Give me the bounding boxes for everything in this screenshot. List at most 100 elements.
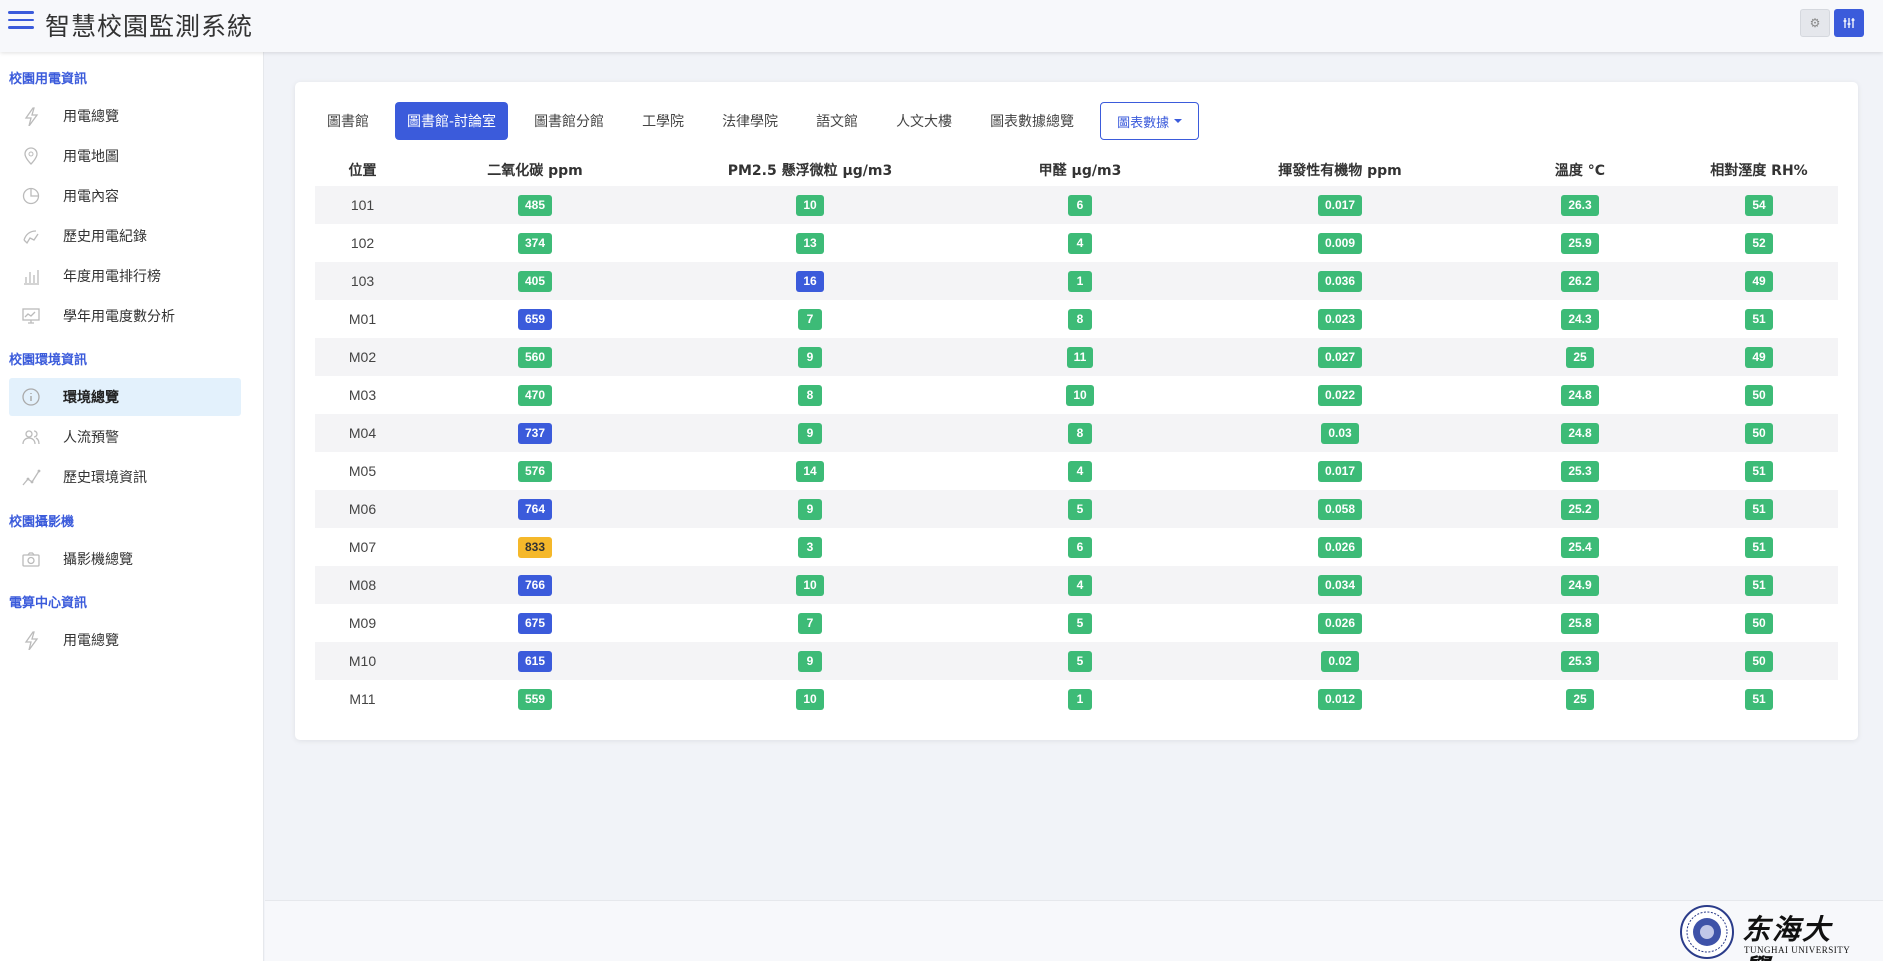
voc-badge: 0.012 (1317, 688, 1363, 710)
column-header: 揮發性有機物 ppm (1278, 163, 1402, 179)
table-cell: 25 (1480, 680, 1680, 718)
building-tab[interactable]: 工學院 (630, 102, 696, 140)
sidebar-item[interactable]: 人流預警 (9, 418, 241, 456)
table-cell: M01 (315, 300, 410, 338)
university-logo: 东海大學 TUNGHAI UNIVERSITY (1680, 905, 1860, 961)
column-header: 甲醛 µg/m3 (1038, 163, 1122, 179)
temperature-badge: 25.3 (1561, 650, 1599, 672)
adjust-button[interactable] (1834, 9, 1864, 37)
table-cell: 5 (960, 604, 1200, 642)
table-row: M08 766 10 4 0.034 24.9 51 (315, 566, 1838, 604)
table-cell: 5 (960, 642, 1200, 680)
table-cell: 25.3 (1480, 642, 1680, 680)
temperature-badge: 24.9 (1561, 574, 1599, 596)
table-cell: 615 (410, 642, 660, 680)
table-cell: 54 (1680, 186, 1838, 224)
sidebar-section-title: 校園用電資訊 (9, 71, 88, 86)
table-cell: 25 (1480, 338, 1680, 376)
formaldehyde-badge: 4 (1068, 232, 1092, 254)
table-cell: 51 (1680, 528, 1838, 566)
table-cell: 11 (960, 338, 1200, 376)
table-cell: 25.9 (1480, 224, 1680, 262)
co2-badge: 615 (517, 650, 553, 672)
environment-table: 位置 二氧化碳 ppm PM2.5 懸浮微粒 µg/m3 甲醛 µg/m3 揮發性有機物… (315, 154, 1838, 718)
environment-card: 圖書館 圖書館-討論室 圖書館分館 工學院 法律學院 語文館 人文大樓 圖表數據總覽 圖表數據 … (295, 82, 1858, 740)
table-cell: 0.058 (1200, 490, 1480, 528)
lightning-icon (19, 628, 43, 652)
formaldehyde-badge: 1 (1068, 270, 1092, 292)
pm25-badge: 9 (798, 422, 822, 444)
formaldehyde-badge: 4 (1068, 460, 1092, 482)
sidebar-item[interactable]: 攝影機總覽 (9, 540, 241, 578)
table-cell: 8 (660, 376, 960, 414)
location-label: M07 (348, 539, 377, 555)
sidebar-section-title: 校園攝影機 (9, 514, 75, 529)
pm25-badge: 14 (796, 460, 824, 482)
formaldehyde-badge: 10 (1066, 384, 1094, 406)
table-cell: 560 (410, 338, 660, 376)
table-cell: 764 (410, 490, 660, 528)
humidity-badge: 52 (1745, 232, 1773, 254)
location-label: M06 (348, 501, 377, 517)
building-tab[interactable]: 圖書館分館 (522, 102, 616, 140)
building-tab[interactable]: 圖表數據總覽 (978, 102, 1086, 140)
building-tab[interactable]: 圖書館-討論室 (395, 102, 509, 140)
table-cell: M05 (315, 452, 410, 490)
table-cell: 0.009 (1200, 224, 1480, 262)
table-row: 102 374 13 4 0.009 25.9 52 (315, 224, 1838, 262)
column-header: PM2.5 懸浮微粒 µg/m3 (727, 163, 893, 179)
voc-badge: 0.009 (1317, 232, 1363, 254)
chart-data-dropdown[interactable]: 圖表數據 (1100, 102, 1200, 140)
table-row: M09 675 7 5 0.026 25.8 50 (315, 604, 1838, 642)
sidebar-item[interactable]: 用電總覽 (9, 97, 241, 135)
humidity-badge: 49 (1745, 270, 1773, 292)
logo-english: TUNGHAI UNIVERSITY (1744, 945, 1851, 955)
pm25-badge: 10 (796, 194, 824, 216)
hamburger-menu-icon[interactable] (8, 11, 34, 31)
table-cell: 7 (660, 604, 960, 642)
location-label: 102 (350, 235, 375, 251)
table-row: 103 405 16 1 0.036 26.2 49 (315, 262, 1838, 300)
table-cell: 9 (660, 642, 960, 680)
building-tab[interactable]: 法律學院 (710, 102, 790, 140)
humidity-badge: 50 (1745, 650, 1773, 672)
table-cell: 50 (1680, 642, 1838, 680)
sidebar-item[interactable]: 用電總覽 (9, 621, 241, 659)
column-header: 溫度 °C (1554, 163, 1606, 179)
building-tab[interactable]: 圖書館 (315, 102, 381, 140)
sidebar-item[interactable]: 用電地圖 (9, 137, 241, 175)
pm25-badge: 7 (798, 612, 822, 634)
table-cell: 0.03 (1200, 414, 1480, 452)
humidity-badge: 51 (1745, 460, 1773, 482)
voc-badge: 0.034 (1317, 574, 1363, 596)
sidebar-item[interactable]: 歷史用電紀錄 (9, 217, 241, 255)
voc-badge: 0.02 (1321, 650, 1359, 672)
location-label: M05 (348, 463, 377, 479)
sidebar-item-label: 攝影機總覽 (63, 552, 133, 568)
table-row: M03 470 8 10 0.022 24.8 50 (315, 376, 1838, 414)
sidebar-item[interactable]: 年度用電排行榜 (9, 257, 241, 295)
sidebar-item-label: 用電地圖 (63, 149, 119, 165)
table-cell: 8 (960, 300, 1200, 338)
voc-badge: 0.017 (1317, 194, 1363, 216)
table-cell: 4 (960, 224, 1200, 262)
building-tab[interactable]: 語文館 (804, 102, 870, 140)
table-cell: 13 (660, 224, 960, 262)
formaldehyde-badge: 5 (1068, 498, 1092, 520)
table-cell: M04 (315, 414, 410, 452)
sidebar-item[interactable]: 學年用電度數分析 (9, 297, 241, 335)
co2-badge: 766 (517, 574, 553, 596)
temperature-badge: 24.3 (1561, 308, 1599, 330)
camera-icon (19, 547, 43, 571)
table-cell: 8 (960, 414, 1200, 452)
settings-toggle-button[interactable]: ⚙ (1800, 9, 1830, 37)
co2-badge: 405 (517, 270, 553, 292)
table-cell: 1 (960, 262, 1200, 300)
humidity-badge: 51 (1745, 688, 1773, 710)
sidebar-item[interactable]: 環境總覽 (9, 378, 241, 416)
sidebar-item[interactable]: 歷史環境資訊 (9, 458, 241, 496)
users-icon (19, 425, 43, 449)
building-tab[interactable]: 人文大樓 (884, 102, 964, 140)
dropdown-label: 圖表數據 (1117, 115, 1170, 131)
sidebar-item[interactable]: 用電內容 (9, 177, 241, 215)
